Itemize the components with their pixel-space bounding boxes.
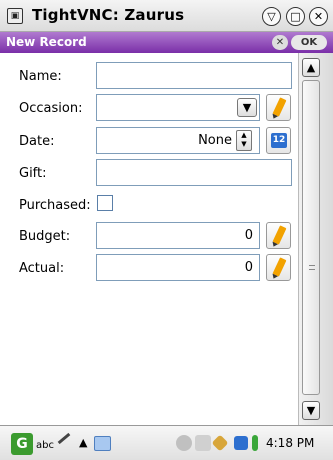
date-label: Date: [19, 134, 55, 149]
chevron-down-icon[interactable]: ▼ [302, 401, 320, 420]
grip-icon [309, 265, 315, 270]
occasion-label: Occasion: [19, 101, 83, 116]
date-spinner[interactable]: ▲ ▼ [236, 130, 252, 151]
minimize-icon[interactable]: ▽ [262, 7, 281, 26]
dialog-header: New Record ✕ OK [0, 32, 333, 53]
running-app-icon[interactable] [94, 436, 111, 451]
pen-icon[interactable] [57, 432, 71, 445]
dialog-ok-button[interactable]: OK [291, 35, 327, 50]
calendar-button[interactable]: 12 [266, 127, 291, 154]
scrollbar-thumb[interactable] [302, 80, 320, 395]
budget-edit-button[interactable] [266, 222, 291, 249]
dialog-title: New Record [6, 35, 87, 49]
vertical-scrollbar[interactable]: ▲ ▼ [298, 53, 333, 425]
gift-field[interactable] [96, 159, 292, 186]
pencil-icon [272, 257, 287, 277]
purchased-label: Purchased: [19, 198, 91, 213]
name-field[interactable] [96, 62, 292, 89]
maximize-icon[interactable]: □ [286, 7, 305, 26]
occasion-select[interactable]: ▼ [96, 94, 260, 121]
chevron-down-icon[interactable]: ▼ [237, 98, 257, 117]
dialog-close-button[interactable]: ✕ [272, 35, 288, 50]
window-titlebar: ▣ TightVNC: Zaurus ▽ □ ✕ [0, 0, 333, 32]
taskbar: G abc ▲ 4:18 PM [0, 425, 333, 460]
gift-label: Gift: [19, 166, 47, 181]
budget-field[interactable]: 0 [96, 222, 260, 249]
up-arrow-icon[interactable]: ▲ [79, 436, 87, 449]
pencil-icon [272, 225, 287, 245]
close-icon[interactable]: ✕ [309, 7, 328, 26]
start-menu-icon[interactable]: G [11, 433, 33, 455]
budget-label: Budget: [19, 229, 71, 244]
actual-value: 0 [244, 260, 253, 275]
purchased-checkbox[interactable] [97, 195, 113, 211]
battery-icon[interactable] [252, 435, 258, 451]
calendar-icon: 12 [271, 133, 287, 148]
clock[interactable]: 4:18 PM [266, 436, 314, 450]
input-method-label[interactable]: abc [36, 440, 54, 451]
actual-field[interactable]: 0 [96, 254, 260, 281]
sd-card-icon[interactable] [234, 436, 248, 450]
vnc-app-icon[interactable]: ▣ [7, 8, 23, 24]
date-value: None [198, 133, 232, 148]
occasion-edit-button[interactable] [266, 94, 291, 121]
chevron-up-icon[interactable]: ▲ [302, 58, 320, 77]
actual-edit-button[interactable] [266, 254, 291, 281]
record-form: Name: Occasion: ▼ Date: None ▲ ▼ 12 Gift:… [0, 53, 298, 425]
window-title: TightVNC: Zaurus [32, 6, 185, 24]
actual-label: Actual: [19, 261, 65, 276]
settings-icon[interactable] [176, 435, 192, 451]
budget-value: 0 [244, 228, 253, 243]
name-label: Name: [19, 69, 62, 84]
volume-icon[interactable] [195, 435, 211, 451]
network-icon[interactable] [211, 434, 229, 452]
pencil-icon [272, 97, 287, 117]
